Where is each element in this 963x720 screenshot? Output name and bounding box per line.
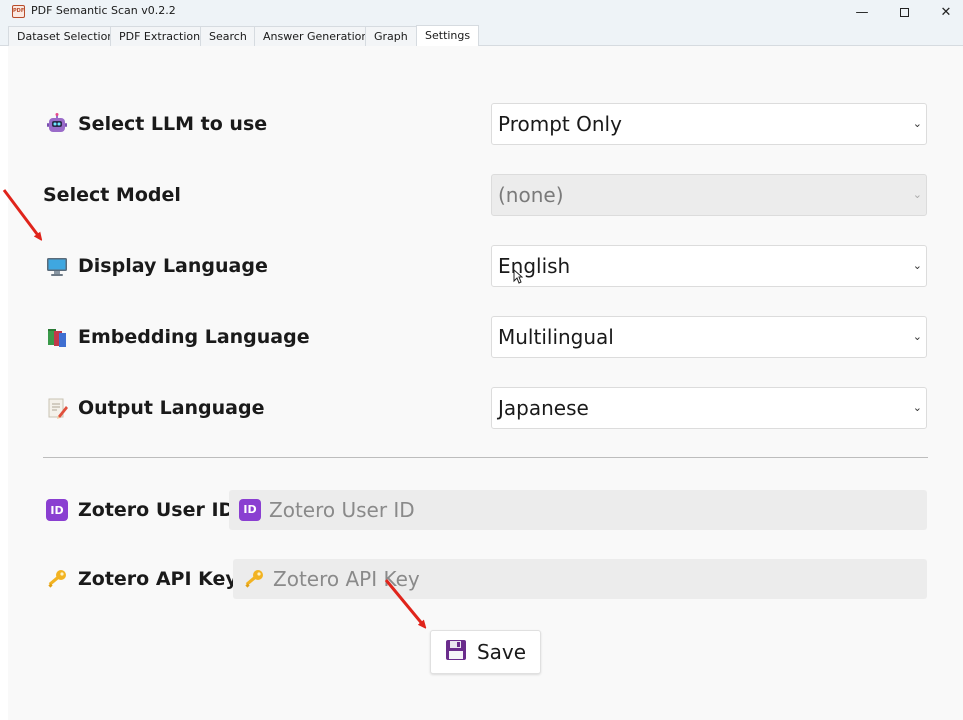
title-bar: PDF PDF Semantic Scan v0.2.2 — ✕ <box>0 0 963 24</box>
settings-panel <box>8 46 963 720</box>
llm-label: Select LLM to use <box>78 113 268 135</box>
books-icon <box>46 326 68 348</box>
tab-search[interactable]: Search <box>200 26 256 46</box>
model-label-row: Select Model <box>43 184 181 206</box>
maximize-button[interactable] <box>882 0 926 24</box>
llm-label-row: Select LLM to use <box>46 113 267 135</box>
display-language-select-value: English <box>498 254 571 278</box>
embedding-language-label-row: Embedding Language <box>46 326 310 348</box>
chevron-down-icon: ⌄ <box>912 330 922 343</box>
key-icon <box>243 568 265 590</box>
save-button-label: Save <box>476 640 527 664</box>
zotero-user-id-label: Zotero User ID <box>78 499 235 521</box>
zotero-user-id-label-row: ID Zotero User ID <box>46 499 234 521</box>
app-pdf-icon: PDF <box>12 5 25 18</box>
robot-icon <box>46 113 68 135</box>
display-language-select[interactable]: English ⌄ <box>491 245 927 287</box>
embedding-language-label: Embedding Language <box>78 326 310 348</box>
key-icon <box>46 568 68 590</box>
tab-answer-generation[interactable]: Answer Generation <box>254 26 378 46</box>
zotero-api-key-placeholder: Zotero API Key <box>273 567 420 591</box>
id-icon: ID <box>239 499 261 521</box>
display-language-label: Display Language <box>78 255 268 277</box>
model-select[interactable]: (none) ⌄ <box>491 174 927 216</box>
llm-select[interactable]: Prompt Only ⌄ <box>491 103 927 145</box>
zotero-user-id-placeholder: Zotero User ID <box>269 498 415 522</box>
maximize-icon <box>899 7 909 17</box>
embedding-language-select[interactable]: Multilingual ⌄ <box>491 316 927 358</box>
llm-select-value: Prompt Only <box>498 112 622 136</box>
tab-bar: Dataset Selection PDF Extraction Search … <box>0 24 963 47</box>
monitor-icon <box>46 255 68 277</box>
section-divider <box>43 457 928 458</box>
minimize-button[interactable]: — <box>840 0 884 24</box>
save-button[interactable]: Save <box>430 630 541 674</box>
zotero-api-key-label: Zotero API Key <box>78 568 238 590</box>
tab-settings[interactable]: Settings <box>416 25 480 47</box>
display-language-label-row: Display Language <box>46 255 268 277</box>
model-label: Select Model <box>43 184 181 206</box>
zotero-api-key-label-row: Zotero API Key <box>46 568 238 590</box>
chevron-down-icon: ⌄ <box>912 188 922 201</box>
chevron-down-icon: ⌄ <box>912 401 922 414</box>
tab-graph[interactable]: Graph <box>365 26 417 46</box>
floppy-disk-icon <box>445 639 467 666</box>
embedding-language-select-value: Multilingual <box>498 325 614 349</box>
chevron-down-icon: ⌄ <box>912 117 922 130</box>
output-language-select-value: Japanese <box>498 396 589 420</box>
output-language-label-row: Output Language <box>46 397 264 419</box>
zotero-user-id-input[interactable]: ID Zotero User ID <box>229 490 927 530</box>
tab-pdf-extraction[interactable]: PDF Extraction <box>110 26 210 46</box>
tab-dataset-selection[interactable]: Dataset Selection <box>8 26 124 46</box>
window-title: PDF Semantic Scan v0.2.2 <box>31 4 176 17</box>
memo-icon <box>46 397 68 419</box>
mouse-cursor-icon <box>513 268 524 288</box>
output-language-label: Output Language <box>78 397 265 419</box>
chevron-down-icon: ⌄ <box>912 259 922 272</box>
model-select-value: (none) <box>498 183 564 207</box>
output-language-select[interactable]: Japanese ⌄ <box>491 387 927 429</box>
zotero-api-key-input[interactable]: Zotero API Key <box>233 559 927 599</box>
close-button[interactable]: ✕ <box>924 0 963 24</box>
id-icon: ID <box>46 499 68 521</box>
